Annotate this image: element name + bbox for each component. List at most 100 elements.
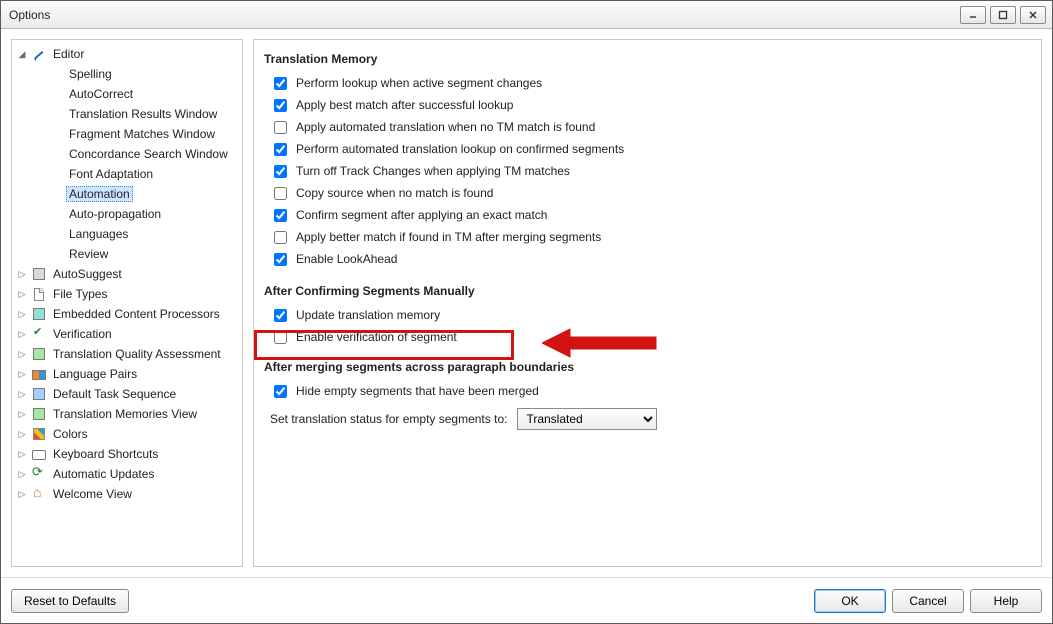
tm-option: Perform lookup when active segment chang… [264,72,1031,94]
tree-expander-icon[interactable] [32,128,44,140]
tree-expander-icon[interactable]: ▷ [16,308,28,320]
tree-expander-icon[interactable] [32,248,44,260]
tm-label: Confirm segment after applying an exact … [296,208,547,222]
confirm-option: Update translation memory [264,304,1031,326]
tree-expander-icon[interactable]: ▷ [16,388,28,400]
tm-checkbox[interactable] [274,187,287,200]
tree-item-editor-child[interactable]: Fragment Matches Window [14,124,240,144]
tree-item-icon [31,426,47,442]
tm-label: Apply better match if found in TM after … [296,230,601,244]
close-icon [1028,10,1038,20]
tree-item-welcome-view[interactable]: ▷Welcome View [14,484,240,504]
tree-expander-icon[interactable]: ▷ [16,428,28,440]
window-title: Options [7,8,50,22]
tree-item-editor-child[interactable]: Languages [14,224,240,244]
tree-item-label: Automatic Updates [50,466,157,482]
reset-defaults-button[interactable]: Reset to Defaults [11,589,129,613]
tree-item-label: Spelling [66,66,115,82]
maximize-button[interactable] [990,6,1016,24]
close-button[interactable] [1020,6,1046,24]
confirm-checkbox[interactable] [274,331,287,344]
tm-option: Apply better match if found in TM after … [264,226,1031,248]
tree-expander-icon[interactable] [32,208,44,220]
tm-checkbox[interactable] [274,121,287,134]
tree-expander-icon[interactable]: ▷ [16,488,28,500]
tree-expander-icon[interactable]: ▷ [16,328,28,340]
tree-item-icon [31,486,47,502]
tree-item-file-types[interactable]: ▷File Types [14,284,240,304]
tree-item-automatic-updates[interactable]: ▷ Automatic Updates [14,464,240,484]
tree-item-editor-child[interactable]: Review [14,244,240,264]
tree-item-editor-child[interactable]: Concordance Search Window [14,144,240,164]
tm-checkbox[interactable] [274,143,287,156]
merge-label: Hide empty segments that have been merge… [296,384,539,398]
tree-expander-icon[interactable]: ▷ [16,348,28,360]
category-tree[interactable]: ◢Editor Spelling AutoCorrectTranslation Re… [11,39,243,567]
merge-option: Hide empty segments that have been merge… [264,380,1031,402]
tm-checkbox[interactable] [274,165,287,178]
tree-expander-icon[interactable]: ▷ [16,408,28,420]
tree-expander-icon[interactable] [32,188,44,200]
tm-checkbox[interactable] [274,253,287,266]
window-buttons [960,6,1046,24]
ok-button[interactable]: OK [814,589,886,613]
tree-expander-icon[interactable]: ▷ [16,448,28,460]
tree-item-autosuggest[interactable]: ▷AutoSuggest [14,264,240,284]
tree-item-colors[interactable]: ▷Colors [14,424,240,444]
tm-checkbox[interactable] [274,99,287,112]
tree-item-label: Language Pairs [50,366,140,382]
merge-checkbox[interactable] [274,385,287,398]
tree-expander-icon[interactable] [32,68,44,80]
tree-expander-icon[interactable] [32,108,44,120]
tree-item-editor-child[interactable]: Font Adaptation [14,164,240,184]
tree-item-translation-memories-view[interactable]: ▷Translation Memories View [14,404,240,424]
tree-item-editor-child[interactable]: Translation Results Window [14,104,240,124]
tree-item-default-task-sequence[interactable]: ▷Default Task Sequence [14,384,240,404]
tree-item-embedded-content-processors[interactable]: ▷Embedded Content Processors [14,304,240,324]
cancel-button[interactable]: Cancel [892,589,964,613]
tree-item-editor[interactable]: ◢Editor [14,44,240,64]
minimize-button[interactable] [960,6,986,24]
tree-expander-icon[interactable]: ▷ [16,288,28,300]
tree-item-icon [47,206,63,222]
tree-item-editor-child[interactable]: Auto-propagation [14,204,240,224]
tree-item-icon [47,66,63,82]
tree-item-keyboard-shortcuts[interactable]: ▷ Keyboard Shortcuts [14,444,240,464]
options-dialog: Options ◢EditorSpellingAutoCorrectTransl… [0,0,1053,624]
tree-expander-icon[interactable]: ▷ [16,468,28,480]
empty-status-select[interactable]: Translated [517,408,657,430]
tm-checkbox[interactable] [274,231,287,244]
tree-item-icon [31,406,47,422]
tree-item-editor-child[interactable]: AutoCorrect [14,84,240,104]
tm-option: Enable LookAhead [264,248,1031,270]
tree-item-label: Keyboard Shortcuts [50,446,161,462]
tm-checkbox[interactable] [274,77,287,90]
tm-option: Copy source when no match is found [264,182,1031,204]
tree-expander-icon[interactable] [32,88,44,100]
tree-item-editor-child[interactable]: Spelling [14,64,240,84]
section-title-tm: Translation Memory [264,52,1031,66]
tree-expander-icon[interactable]: ▷ [16,368,28,380]
tm-option: Confirm segment after applying an exact … [264,204,1031,226]
tree-item-icon [31,466,47,482]
tree-expander-icon[interactable] [32,148,44,160]
tree-expander-icon[interactable] [32,168,44,180]
tree-expander-icon[interactable] [32,228,44,240]
dialog-footer: Reset to Defaults OK Cancel Help [1,577,1052,623]
tree-item-label: Translation Quality Assessment [50,346,224,362]
help-button[interactable]: Help [970,589,1042,613]
tree-item-label: Automation [66,186,133,202]
tree-item-translation-quality-assessment[interactable]: ▷ Translation Quality Assessment [14,344,240,364]
tree-item-icon [47,86,63,102]
tree-expander-icon[interactable]: ▷ [16,268,28,280]
confirm-checkbox[interactable] [274,309,287,322]
tree-expander-icon[interactable]: ◢ [16,48,28,60]
tm-label: Apply automated translation when no TM m… [296,120,595,134]
tree-item-icon [47,166,63,182]
tm-label: Enable LookAhead [296,252,397,266]
confirm-label: Enable verification of segment [296,330,457,344]
tree-item-language-pairs[interactable]: ▷ Language Pairs [14,364,240,384]
tree-item-verification[interactable]: ▷Verification [14,324,240,344]
tree-item-editor-child[interactable]: Automation [14,184,240,204]
tm-checkbox[interactable] [274,209,287,222]
